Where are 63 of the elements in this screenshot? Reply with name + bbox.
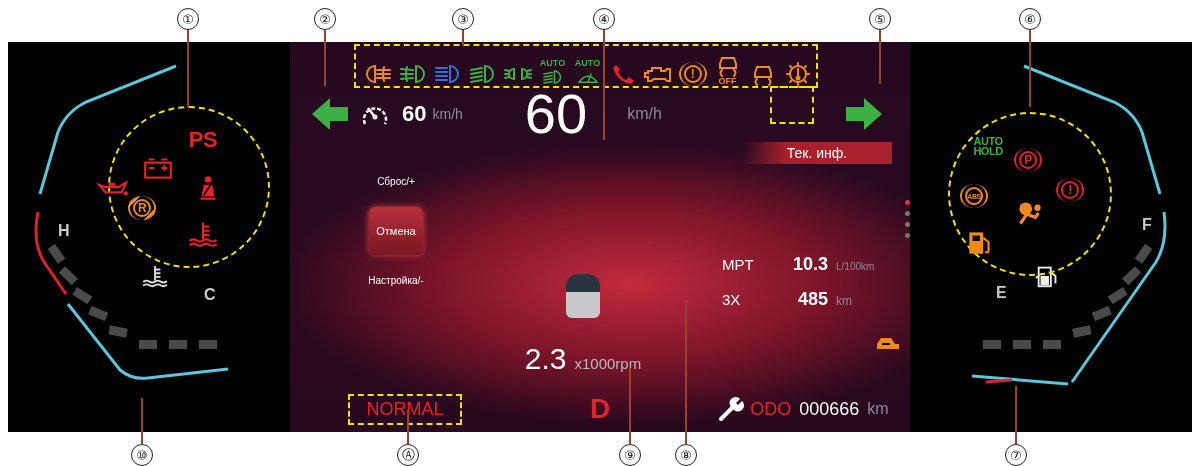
info-value: 485 (796, 289, 829, 310)
leader-line (462, 29, 464, 45)
info-label: MPT (721, 256, 755, 273)
gauge-segment (1122, 266, 1142, 286)
leader-line (879, 29, 881, 84)
gauge-segment (1043, 340, 1061, 349)
info-unit: km (836, 294, 853, 308)
leader-line (407, 410, 409, 444)
indicator-label: AUTO (574, 59, 601, 68)
warning-text: PS (188, 129, 218, 151)
gauge-segment (88, 306, 109, 322)
gauge-label: H (58, 222, 70, 240)
gauge-segment (58, 266, 78, 286)
gauge-segment (108, 325, 128, 338)
info-value: 10.3 (791, 254, 829, 275)
leader-line (141, 398, 143, 444)
leader-line (324, 29, 326, 86)
gauge-segment (983, 340, 1001, 349)
info-unit: L/100km (836, 261, 876, 272)
speed-unit: km/h (627, 105, 662, 123)
callout-number: ④ (593, 8, 615, 30)
leader-line (1015, 386, 1017, 444)
callout-number: ② (314, 8, 336, 30)
callout-number: ⑩ (131, 444, 153, 466)
warning-text: AUTO HOLD (972, 135, 1004, 157)
speed-value: 60 (524, 86, 588, 142)
speed-limit-value: 60 (402, 101, 427, 127)
callout-number: ⑥ (1019, 8, 1041, 30)
odometer-label: ODO (750, 398, 792, 420)
gauge-label: C (204, 286, 216, 304)
callout-number: ⑧ (675, 444, 697, 466)
odometer-value: 000666 (799, 398, 860, 420)
odometer-unit: km (867, 400, 889, 418)
gauge-segment (1072, 325, 1092, 338)
gauge-segment (1091, 306, 1112, 322)
car-image-placeholder (566, 274, 600, 318)
menu-item[interactable]: Сброс/+ (373, 174, 419, 189)
wrench-icon (718, 396, 745, 422)
rpm-unit: x1000rpm (574, 355, 642, 372)
callout-number: ③ (452, 8, 474, 30)
info-label: 3X (721, 291, 742, 308)
warning-light-icon: R (128, 196, 156, 220)
drive-mode: NORMAL (348, 393, 462, 425)
callout-number: ⑦ (1005, 444, 1027, 466)
coolant-temperature-icon (141, 264, 169, 288)
indicator-label: AUTO (539, 59, 566, 68)
speed-unit: km/h (432, 106, 463, 122)
gauge-label: E (996, 284, 1007, 302)
callout-number: ⑤ (869, 8, 891, 30)
gauge-segment (199, 340, 217, 349)
gauge-segment (169, 340, 187, 349)
gear-indicator: D (590, 393, 611, 425)
callout-number: Ⓐ (397, 444, 419, 466)
menu-item[interactable]: Отмена (369, 207, 423, 255)
gauge-segment (139, 340, 157, 349)
gauge-label: F (1142, 216, 1152, 234)
callout-number: ① (177, 8, 199, 30)
rpm-value: 2.3 (524, 342, 567, 376)
info-tab[interactable]: Тек. инф. (742, 142, 892, 164)
gauge-segment (1013, 340, 1031, 349)
indicator-label: OFF (718, 77, 737, 86)
menu-item[interactable]: Настройка/- (364, 273, 428, 288)
callout-number: ⑨ (619, 444, 641, 466)
